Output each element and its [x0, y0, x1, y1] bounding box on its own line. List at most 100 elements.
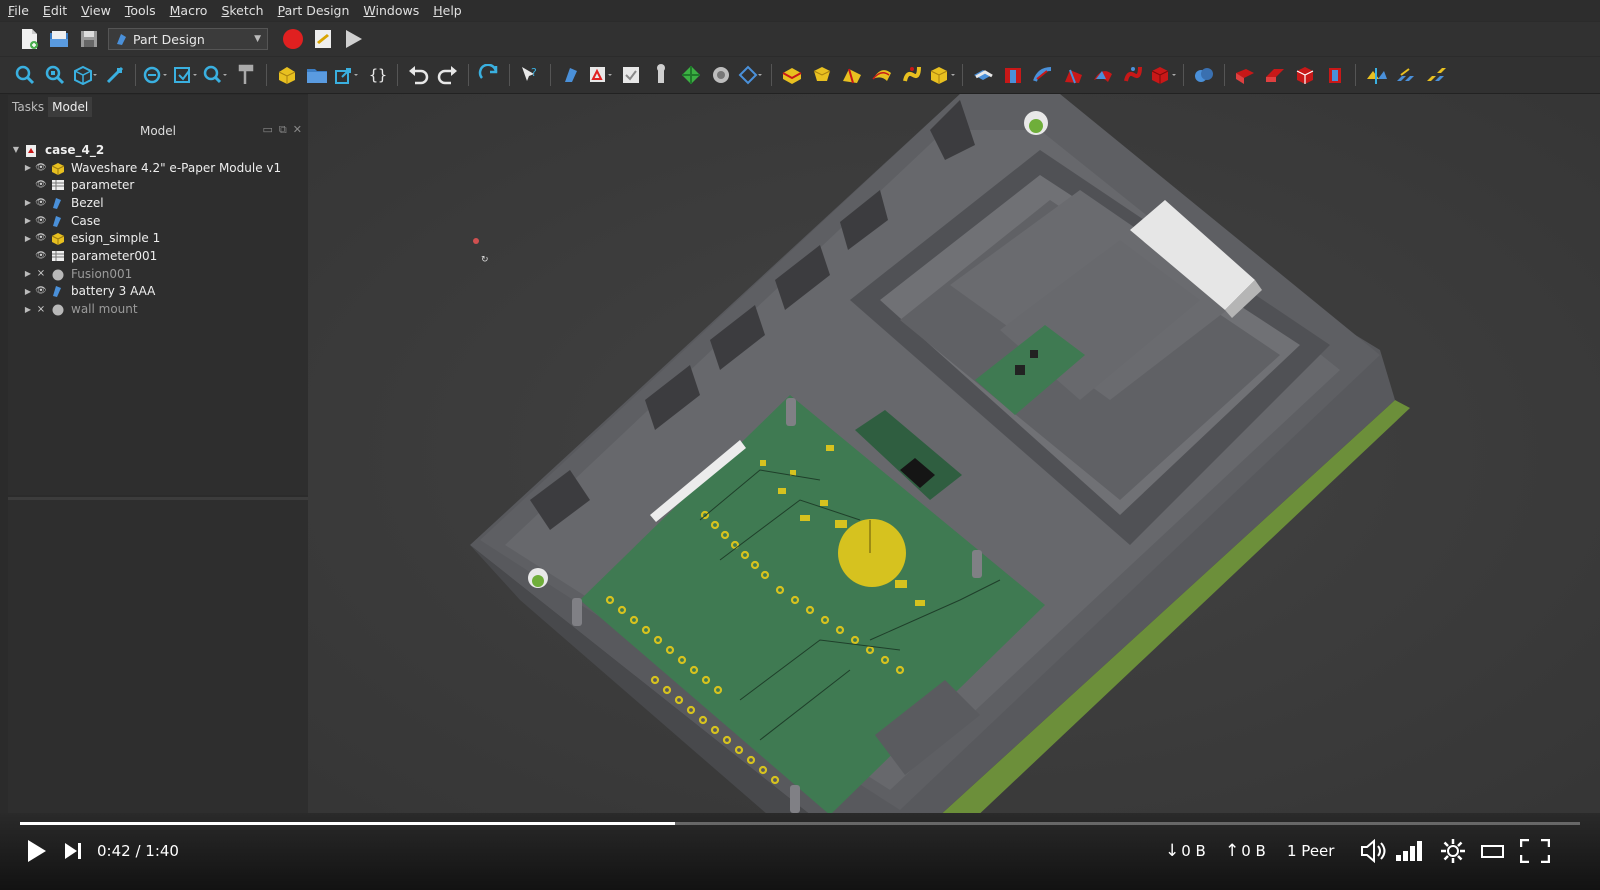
- fullscreen-button[interactable]: [1520, 836, 1550, 866]
- settings-button[interactable]: [1440, 836, 1466, 866]
- tab-tasks[interactable]: Tasks: [8, 97, 48, 117]
- open-file-icon[interactable]: [46, 26, 72, 52]
- menu-view[interactable]: View: [73, 3, 117, 18]
- visibility-eye-icon[interactable]: 👁: [34, 163, 48, 173]
- chevron-right-icon[interactable]: ▶: [22, 234, 34, 243]
- macro-editor-icon[interactable]: [310, 26, 336, 52]
- create-group-icon[interactable]: [304, 62, 330, 88]
- create-sketch-icon[interactable]: [588, 62, 614, 88]
- tree-item[interactable]: ▶ ⨯ wall mount: [8, 300, 308, 318]
- fit-all-icon[interactable]: [12, 62, 38, 88]
- sub-shape-binder-icon[interactable]: [738, 62, 764, 88]
- revolution-icon[interactable]: [809, 62, 835, 88]
- visibility-eye-icon[interactable]: 👁: [34, 251, 48, 261]
- undo-icon[interactable]: [405, 62, 431, 88]
- record-macro-icon[interactable]: [280, 26, 306, 52]
- chevron-right-icon[interactable]: ▶: [22, 163, 34, 172]
- save-icon[interactable]: [76, 26, 102, 52]
- workbench-selector[interactable]: Part Design ▼: [108, 28, 268, 50]
- draw-style-icon[interactable]: [143, 62, 169, 88]
- menu-edit[interactable]: Edit: [35, 3, 73, 18]
- subtractive-loft-icon[interactable]: [1060, 62, 1086, 88]
- chevron-right-icon[interactable]: ▶: [22, 305, 34, 314]
- menu-windows[interactable]: Windows: [355, 3, 425, 18]
- menu-part-design[interactable]: Part Design: [270, 3, 356, 18]
- menu-tools[interactable]: Tools: [117, 3, 162, 18]
- create-datum-point-icon[interactable]: [648, 62, 674, 88]
- chevron-right-icon[interactable]: ▶: [22, 287, 34, 296]
- chevron-right-icon[interactable]: ▶: [22, 269, 34, 278]
- play-macro-icon[interactable]: [340, 26, 366, 52]
- menu-file[interactable]: File: [0, 3, 35, 18]
- mirrored-icon[interactable]: [1363, 62, 1389, 88]
- next-button[interactable]: [62, 836, 84, 866]
- tree-item[interactable]: ▶ ⨯ Fusion001: [8, 265, 308, 283]
- menu-help[interactable]: Help: [425, 3, 468, 18]
- linear-pattern-icon[interactable]: [1393, 62, 1419, 88]
- refresh-icon[interactable]: [476, 62, 502, 88]
- float-icon[interactable]: ⧉: [279, 123, 287, 137]
- menu-macro[interactable]: Macro: [162, 3, 214, 18]
- tree-item[interactable]: 👁 parameter001: [8, 247, 308, 265]
- create-shape-binder-icon[interactable]: [678, 62, 704, 88]
- sync-view-icon[interactable]: [173, 62, 199, 88]
- create-body-icon[interactable]: [558, 62, 584, 88]
- tree-item[interactable]: ▶ 👁 esign_simple 1: [8, 229, 308, 247]
- thickness-icon[interactable]: [1322, 62, 1348, 88]
- boolean-icon[interactable]: [1191, 62, 1217, 88]
- subtractive-primitive-icon[interactable]: [1150, 62, 1176, 88]
- additive-pipe-icon[interactable]: [869, 62, 895, 88]
- standard-views-icon[interactable]: [72, 62, 98, 88]
- bounding-box-icon[interactable]: [102, 62, 128, 88]
- quality-button[interactable]: [1395, 836, 1425, 866]
- 3d-viewport[interactable]: ↻: [308, 94, 1600, 814]
- zoom-icon[interactable]: [203, 62, 229, 88]
- subtractive-pipe-icon[interactable]: [1090, 62, 1116, 88]
- tree-item[interactable]: ▼ case_4_2: [8, 141, 308, 159]
- tree-item[interactable]: 👁 parameter: [8, 176, 308, 194]
- fit-selection-icon[interactable]: [42, 62, 68, 88]
- chevron-down-icon[interactable]: ▼: [10, 145, 22, 154]
- visibility-hidden-icon[interactable]: ⨯: [34, 268, 48, 279]
- polar-pattern-icon[interactable]: [1423, 62, 1449, 88]
- subtractive-helix-icon[interactable]: [1120, 62, 1146, 88]
- visibility-eye-icon[interactable]: 👁: [34, 180, 48, 190]
- draft-icon[interactable]: [1292, 62, 1318, 88]
- tab-model[interactable]: Model: [48, 97, 93, 117]
- tree-item[interactable]: ▶ 👁 Bezel: [8, 194, 308, 212]
- hole-icon[interactable]: [1000, 62, 1026, 88]
- visibility-eye-icon[interactable]: 👁: [34, 286, 48, 296]
- chevron-right-icon[interactable]: ▶: [22, 198, 34, 207]
- tree-item[interactable]: ▶ 👁 Waveshare 4.2" e-Paper Module v1: [8, 159, 308, 177]
- visibility-eye-icon[interactable]: 👁: [34, 216, 48, 226]
- groove-icon[interactable]: [1030, 62, 1056, 88]
- chamfer-icon[interactable]: [1262, 62, 1288, 88]
- pocket-icon[interactable]: [970, 62, 996, 88]
- tree-item[interactable]: ▶ 👁 battery 3 AAA: [8, 283, 308, 301]
- close-icon[interactable]: ✕: [293, 123, 302, 137]
- tree-item[interactable]: ▶ 👁 Case: [8, 212, 308, 230]
- menu-sketch[interactable]: Sketch: [213, 3, 269, 18]
- visibility-eye-icon[interactable]: 👁: [34, 233, 48, 243]
- create-clone-icon[interactable]: [708, 62, 734, 88]
- restore-icon[interactable]: ▭: [263, 123, 273, 137]
- whats-this-icon[interactable]: ?: [517, 62, 543, 88]
- chevron-right-icon[interactable]: ▶: [22, 216, 34, 225]
- create-link-icon[interactable]: [334, 62, 360, 88]
- visibility-eye-icon[interactable]: 👁: [34, 198, 48, 208]
- measure-icon[interactable]: [233, 62, 259, 88]
- pad-icon[interactable]: [779, 62, 805, 88]
- video-progress-bar[interactable]: [20, 822, 1580, 825]
- visibility-hidden-icon[interactable]: ⨯: [34, 304, 48, 315]
- theater-mode-button[interactable]: [1481, 836, 1505, 866]
- additive-helix-icon[interactable]: [899, 62, 925, 88]
- volume-button[interactable]: [1360, 836, 1388, 866]
- new-file-icon[interactable]: [16, 26, 42, 52]
- create-part-icon[interactable]: [274, 62, 300, 88]
- redo-icon[interactable]: [435, 62, 461, 88]
- play-button[interactable]: [24, 836, 48, 866]
- validate-sketch-icon[interactable]: [618, 62, 644, 88]
- create-variable-set-icon[interactable]: {}: [364, 62, 390, 88]
- fillet-icon[interactable]: [1232, 62, 1258, 88]
- additive-loft-icon[interactable]: [839, 62, 865, 88]
